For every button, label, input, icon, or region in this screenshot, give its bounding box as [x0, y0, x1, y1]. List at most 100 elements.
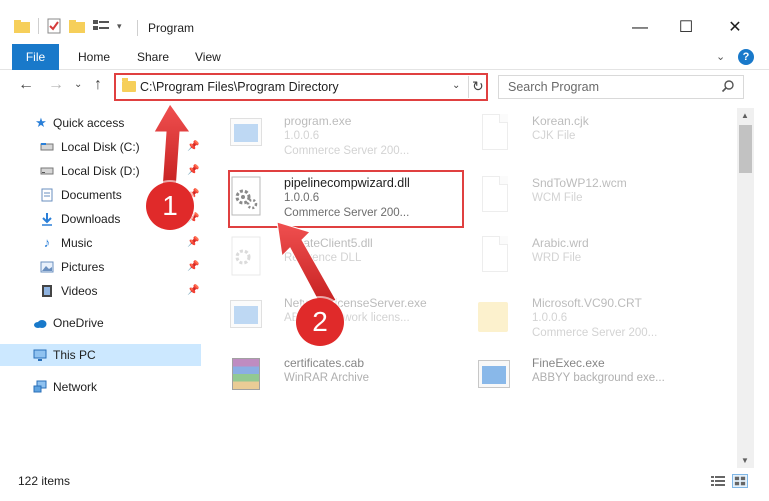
file-version: 1.0.0.6	[284, 192, 320, 204]
file-item[interactable]: certificates.cab WinRAR Archive	[210, 350, 460, 402]
sidebar-item-onedrive[interactable]: OneDrive	[0, 312, 201, 334]
scroll-up-icon[interactable]: ▲	[741, 111, 749, 120]
sidebar-item-label: Documents	[61, 188, 122, 202]
file-type: WinRAR Archive	[284, 372, 369, 384]
documents-icon	[41, 188, 53, 202]
exe-window-icon	[476, 356, 512, 396]
file-type: CJK File	[532, 130, 576, 142]
scroll-down-icon[interactable]: ▼	[741, 456, 749, 465]
ribbon: File Home Share View ⌄ ?	[0, 44, 769, 70]
document-icon	[476, 176, 512, 216]
sidebar-item-local-disk-d[interactable]: Local Disk (D:) 📌	[0, 160, 201, 182]
minimize-button[interactable]: —	[617, 14, 663, 42]
file-item[interactable]: program.exe 1.0.0.6 Commerce Server 200.…	[210, 108, 460, 160]
vertical-scrollbar[interactable]: ▲ ▼	[737, 108, 754, 468]
videos-icon	[42, 285, 52, 297]
downloads-icon	[42, 213, 52, 226]
address-divider	[468, 76, 469, 98]
file-name: Microsoft.VC90.CRT	[532, 296, 642, 310]
file-name: certificates.cab	[284, 356, 365, 370]
file-type: WCM File	[532, 192, 583, 204]
sidebar-item-network[interactable]: Network	[0, 376, 201, 398]
tab-share[interactable]: Share	[137, 44, 169, 70]
star-icon: ★	[35, 115, 47, 130]
file-item[interactable]: SndToWP12.wcm WCM File	[458, 170, 708, 222]
exe-window-icon	[228, 296, 264, 336]
file-item[interactable]: CreateClient5.dll Reference DLL	[210, 230, 460, 282]
tab-view[interactable]: View	[195, 44, 221, 70]
sidebar-item-label: Local Disk (C:)	[61, 140, 140, 154]
sidebar-item-pictures[interactable]: Pictures 📌	[0, 256, 201, 278]
pin-icon: 📌	[187, 165, 200, 176]
folder-icon	[122, 78, 136, 92]
address-path[interactable]: C:\Program Files\Program Directory	[140, 80, 339, 94]
file-version: 1.0.0.6	[532, 312, 568, 324]
file-item[interactable]: Arabic.wrd WRD File	[458, 230, 708, 282]
file-description: Commerce Server 200...	[284, 207, 410, 219]
dll-gear-icon	[231, 176, 261, 216]
pin-icon: 📌	[187, 285, 200, 296]
view-options-icon[interactable]	[93, 19, 109, 33]
new-folder-icon[interactable]	[69, 19, 85, 33]
address-bar[interactable]: C:\Program Files\Program Directory ⌄ ↻	[114, 73, 488, 101]
file-name: FineExec.exe	[532, 356, 605, 370]
file-name: Arabic.wrd	[532, 236, 589, 250]
folder-icon[interactable]	[14, 19, 30, 33]
sidebar-item-music[interactable]: ♪ Music 📌	[0, 232, 201, 254]
expand-ribbon-icon[interactable]: ⌄	[716, 50, 725, 63]
properties-icon[interactable]	[47, 18, 61, 34]
computer-icon	[33, 349, 47, 361]
sidebar-item-local-disk-c[interactable]: Local Disk (C:) 📌	[0, 136, 201, 158]
sidebar-item-label: Pictures	[61, 260, 105, 274]
file-item-pipelinecompwizard[interactable]: pipelinecompwizard.dll 1.0.0.6 Commerce …	[210, 170, 460, 222]
dll-gear-icon	[231, 236, 261, 276]
refresh-button[interactable]: ↻	[472, 78, 484, 95]
search-input[interactable]	[499, 76, 709, 98]
recent-locations-button[interactable]: ⌄	[74, 79, 82, 90]
toolbar-divider	[38, 18, 39, 34]
pin-icon: 📌	[187, 261, 200, 272]
customize-toolbar-icon[interactable]: ▾	[117, 21, 122, 32]
music-icon: ♪	[43, 235, 51, 250]
pin-icon: 📌	[187, 141, 200, 152]
file-name: program.exe	[284, 114, 352, 128]
file-name: SndToWP12.wcm	[532, 176, 627, 190]
callout-step-2: 2	[296, 298, 344, 346]
close-button[interactable]: ✕	[712, 14, 758, 42]
maximize-button[interactable]: ☐	[663, 14, 709, 42]
back-button[interactable]: ←	[18, 76, 34, 94]
navigation-pane: ★ Quick access Local Disk (C:) 📌 Local D…	[0, 108, 202, 468]
file-type: WRD File	[532, 252, 582, 264]
file-description: ABBYY background exe...	[532, 372, 665, 384]
address-dropdown-icon[interactable]: ⌄	[452, 80, 460, 91]
scroll-thumb[interactable]	[739, 125, 752, 173]
file-name: Korean.cjk	[532, 114, 589, 128]
details-view-icon[interactable]	[710, 474, 726, 488]
tab-home[interactable]: Home	[78, 44, 110, 70]
cloud-icon	[34, 320, 47, 328]
winrar-icon	[228, 356, 264, 396]
file-item[interactable]: Microsoft.VC90.CRT 1.0.0.6 Commerce Serv…	[458, 290, 708, 342]
file-type: Reference DLL	[284, 252, 362, 264]
sidebar-item-quick-access[interactable]: ★ Quick access	[0, 112, 201, 134]
search-icon[interactable]	[721, 79, 735, 93]
search-box[interactable]	[498, 75, 744, 99]
sidebar-item-label: Videos	[61, 284, 98, 298]
sidebar-item-this-pc[interactable]: This PC	[0, 344, 201, 366]
up-button[interactable]: ↑	[94, 76, 102, 94]
quick-access-toolbar: ▾	[14, 18, 122, 34]
pin-icon: 📌	[187, 237, 200, 248]
file-description: Commerce Server 200...	[532, 327, 658, 339]
drive-icon	[40, 167, 54, 175]
file-item[interactable]: Korean.cjk CJK File	[458, 108, 708, 160]
title-divider	[137, 20, 138, 36]
forward-button[interactable]: →	[48, 76, 64, 94]
large-icons-view-icon[interactable]	[732, 474, 748, 488]
tab-file[interactable]: File	[12, 44, 59, 70]
sidebar-item-label: Local Disk (D:)	[61, 164, 140, 178]
program-exe-icon	[228, 114, 264, 154]
file-name: pipelinecompwizard.dll	[284, 176, 410, 190]
help-icon[interactable]: ?	[738, 49, 754, 65]
file-item[interactable]: FineExec.exe ABBYY background exe...	[458, 350, 708, 402]
sidebar-item-videos[interactable]: Videos 📌	[0, 280, 201, 302]
